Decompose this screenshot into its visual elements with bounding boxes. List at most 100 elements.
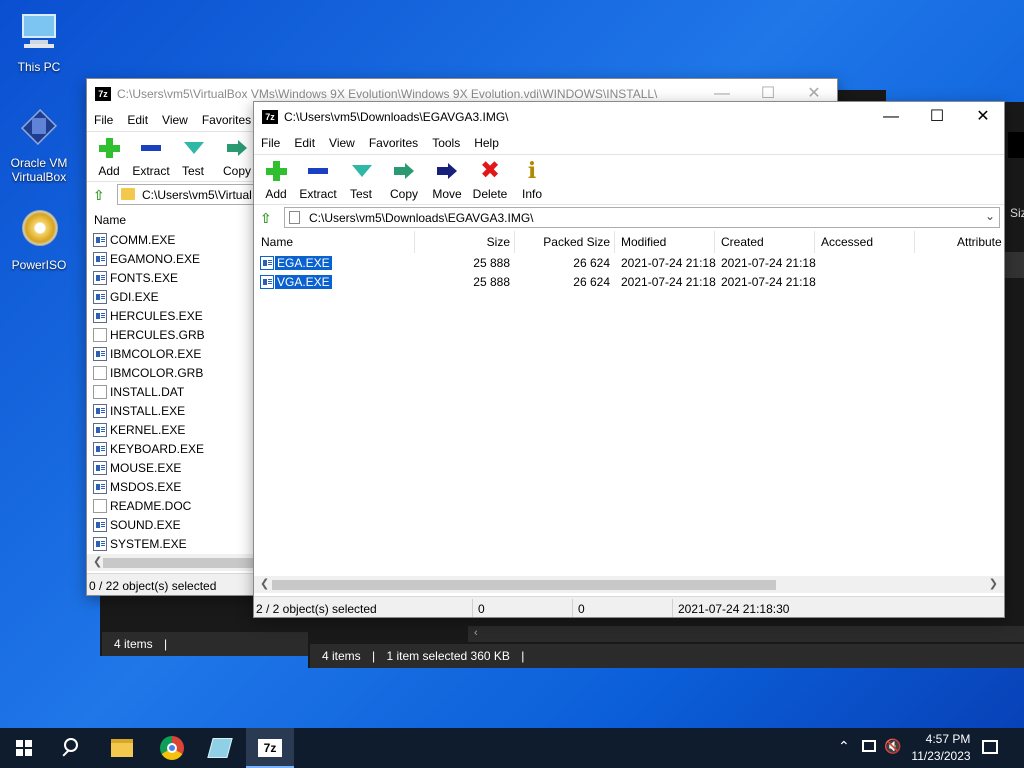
- clock-date[interactable]: 11/23/2023: [908, 749, 974, 763]
- file-row[interactable]: GDI.EXE: [87, 288, 257, 307]
- up-folder-icon[interactable]: ⇧: [260, 210, 276, 226]
- close-button[interactable]: ✕: [960, 102, 1004, 132]
- chrome-button[interactable]: [148, 728, 196, 768]
- file-name: HERCULES.EXE: [110, 309, 203, 323]
- scroll-left-icon[interactable]: ‹: [474, 627, 478, 639]
- menu-help[interactable]: Help: [467, 132, 506, 154]
- title-bar[interactable]: 7z C:\Users\vm5\Downloads\EGAVGA3.IMG\ —…: [254, 102, 1004, 132]
- extract-button[interactable]: Extract: [296, 157, 340, 203]
- column-attributes[interactable]: Attribute: [957, 235, 1002, 249]
- menu-file[interactable]: File: [254, 132, 287, 154]
- scroll-left-icon[interactable]: ❮: [260, 577, 269, 590]
- add-button[interactable]: Add: [254, 157, 298, 203]
- add-button[interactable]: Add: [87, 134, 131, 180]
- size-column-header[interactable]: Siz: [1010, 206, 1024, 220]
- file-name: VGA.EXE: [275, 275, 332, 289]
- file-row[interactable]: INSTALL.DAT: [87, 383, 257, 402]
- window-title: C:\Users\vm5\VirtualBox VMs\Windows 9X E…: [117, 87, 658, 101]
- horizontal-scrollbar[interactable]: ❮ ❯: [254, 576, 1004, 593]
- file-row[interactable]: MOUSE.EXE: [87, 459, 257, 478]
- notifications-icon[interactable]: [982, 740, 998, 754]
- file-size: 25 888: [473, 256, 510, 270]
- menu-edit[interactable]: Edit: [120, 109, 155, 131]
- search-button[interactable]: [48, 728, 96, 768]
- test-button[interactable]: Test: [339, 157, 383, 203]
- file-row[interactable]: SYSTEM.EXE: [87, 535, 257, 554]
- desktop-icon-virtualbox[interactable]: Oracle VM VirtualBox: [4, 106, 74, 184]
- up-folder-icon[interactable]: ⇧: [93, 187, 109, 203]
- file-row[interactable]: IBMCOLOR.GRB: [87, 364, 257, 383]
- show-hidden-icons-button[interactable]: ⌃: [838, 738, 850, 755]
- file-row[interactable]: MSDOS.EXE: [87, 478, 257, 497]
- exe-file-icon: [93, 252, 107, 266]
- file-row[interactable]: INSTALL.EXE: [87, 402, 257, 421]
- extract-icon: [139, 136, 163, 160]
- start-button[interactable]: [0, 728, 48, 768]
- file-row[interactable]: KERNEL.EXE: [87, 421, 257, 440]
- test-button[interactable]: Test: [171, 134, 215, 180]
- desktop-icon-poweriso[interactable]: PowerISO: [4, 208, 74, 272]
- explorer-hscroll[interactable]: ‹: [468, 626, 1024, 642]
- menu-tools[interactable]: Tools: [425, 132, 467, 154]
- desktop-icon-this-pc[interactable]: This PC: [4, 10, 74, 74]
- info-button[interactable]: i Info: [510, 157, 554, 203]
- move-icon: [435, 159, 459, 183]
- extract-button[interactable]: Extract: [129, 134, 173, 180]
- file-packed-size: 26 624: [573, 256, 610, 270]
- column-name[interactable]: Name: [261, 235, 293, 249]
- file-row[interactable]: SOUND.EXE: [87, 516, 257, 535]
- move-button[interactable]: Move: [425, 157, 469, 203]
- column-created[interactable]: Created: [721, 235, 764, 249]
- exe-file-icon: [93, 537, 107, 551]
- taskbar: 7z ⌃ 🔇 4:57 PM 11/23/2023: [0, 728, 1024, 768]
- scroll-thumb[interactable]: [103, 558, 253, 568]
- menu-file[interactable]: File: [87, 109, 120, 131]
- explorer-item-count: 4 items: [322, 649, 361, 663]
- scroll-right-icon[interactable]: ❯: [989, 577, 998, 590]
- file-row[interactable]: HERCULES.EXE: [87, 307, 257, 326]
- file-row[interactable]: README.DOC: [87, 497, 257, 516]
- scroll-left-icon[interactable]: ❮: [93, 555, 102, 568]
- sevenzip-window-egavga[interactable]: 7z C:\Users\vm5\Downloads\EGAVGA3.IMG\ —…: [253, 101, 1005, 618]
- file-row[interactable]: VGA.EXE 25 888 26 624 2021-07-24 21:18 2021-…: [254, 273, 1004, 292]
- minimize-button[interactable]: —: [868, 102, 914, 132]
- file-explorer-icon: [111, 739, 133, 757]
- file-row[interactable]: EGA.EXE 25 888 26 624 2021-07-24 21:18 2021-…: [254, 254, 1004, 273]
- test-icon: [349, 159, 373, 183]
- file-row[interactable]: HERCULES.GRB: [87, 326, 257, 345]
- 7zip-taskbar-button[interactable]: 7z: [246, 728, 294, 768]
- 7zip-icon: 7z: [258, 739, 282, 757]
- column-modified[interactable]: Modified: [621, 235, 666, 249]
- scroll-thumb[interactable]: [272, 580, 776, 590]
- menu-view[interactable]: View: [322, 132, 362, 154]
- notepad-button[interactable]: [196, 728, 244, 768]
- delete-button[interactable]: ✖ Delete: [468, 157, 512, 203]
- horizontal-scrollbar[interactable]: ❮: [87, 554, 257, 571]
- desktop-icon-label: This PC: [17, 60, 61, 74]
- maximize-button[interactable]: ☐: [914, 102, 960, 132]
- file-name: INSTALL.DAT: [110, 385, 185, 399]
- file-row[interactable]: FONTS.EXE: [87, 269, 257, 288]
- chevron-down-icon[interactable]: ⌄: [985, 209, 995, 223]
- file-row[interactable]: EGAMONO.EXE: [87, 250, 257, 269]
- exe-file-icon: [93, 290, 107, 304]
- file-explorer-button[interactable]: [98, 728, 146, 768]
- network-icon[interactable]: [862, 740, 876, 752]
- address-input[interactable]: C:\Users\vm5\Downloads\EGAVGA3.IMG\ ⌄: [284, 207, 1000, 228]
- column-packed-size[interactable]: Packed Size: [543, 235, 610, 249]
- column-size[interactable]: Size: [487, 235, 510, 249]
- file-row[interactable]: IBMCOLOR.EXE: [87, 345, 257, 364]
- menu-favorites[interactable]: Favorites: [195, 109, 258, 131]
- volume-muted-icon[interactable]: 🔇: [884, 738, 901, 755]
- file-row[interactable]: COMM.EXE: [87, 231, 257, 250]
- column-accessed[interactable]: Accessed: [821, 235, 873, 249]
- menu-favorites[interactable]: Favorites: [362, 132, 425, 154]
- exe-file-icon: [93, 518, 107, 532]
- menu-view[interactable]: View: [155, 109, 195, 131]
- delete-icon: ✖: [479, 157, 501, 184]
- file-row[interactable]: KEYBOARD.EXE: [87, 440, 257, 459]
- column-name[interactable]: Name: [94, 213, 126, 227]
- clock-time[interactable]: 4:57 PM: [918, 732, 978, 746]
- menu-edit[interactable]: Edit: [287, 132, 322, 154]
- copy-button[interactable]: Copy: [382, 157, 426, 203]
